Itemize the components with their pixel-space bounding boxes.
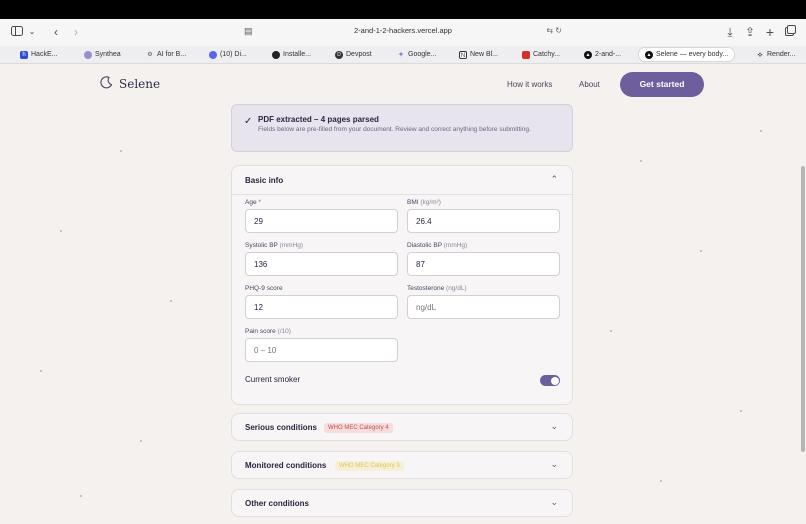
other-conditions-title: Other conditions (245, 499, 309, 508)
testosterone-label: Testosterone (ng/dL) (407, 285, 467, 292)
pain-input[interactable] (245, 338, 398, 362)
phq9-label: PHQ-9 score (245, 285, 283, 292)
brand-logo[interactable]: Selene (100, 76, 160, 92)
who-mec-3-badge: WHO MEC Category 3 (335, 461, 404, 471)
render-icon: ⟡ (757, 50, 763, 59)
pain-label: Pain score (/10) (245, 328, 291, 335)
speckle (610, 330, 612, 332)
get-started-button[interactable]: Get started (620, 72, 704, 97)
synthea-icon (84, 51, 92, 59)
hacker-icon: h (20, 51, 28, 59)
browser-toolbar: ⌄ ‹ › ▤ 2-and-1-2-hackers.vercel.app ⇆ ↻… (0, 19, 806, 46)
checkmark-icon: ✓ (244, 116, 253, 127)
bookmarks-bar: h HackE... Synthea ⚙ AI for B... (10) Di..… (0, 46, 806, 64)
bookmark-item[interactable]: Installe... (272, 49, 311, 61)
speckle (170, 300, 172, 302)
monitored-conditions-title: Monitored conditions (245, 461, 327, 470)
serious-conditions-section[interactable]: Serious conditions WHO MEC Category 4 ⌄ (231, 413, 573, 441)
tab-overview-icon[interactable] (783, 24, 797, 40)
bookmark-item[interactable]: h HackE... (20, 49, 57, 61)
discord-icon (209, 51, 217, 59)
speckle (140, 440, 142, 442)
other-conditions-section[interactable]: Other conditions ⌄ (231, 489, 573, 517)
site-header: Selene How it works About Get started (0, 64, 806, 104)
age-label: Age * (245, 199, 261, 206)
notice-body: Fields below are pre-filled from your do… (258, 126, 531, 133)
smoker-toggle[interactable] (540, 375, 560, 386)
moon-icon (100, 76, 113, 92)
basic-info-card: Basic info ⌃ Age * BMI (kg/m²) Systolic … (231, 165, 573, 405)
gear-icon: ⚙ (147, 52, 153, 58)
catchy-icon (522, 51, 530, 59)
speckle (740, 410, 742, 412)
chevron-down-icon[interactable]: ⌄ (550, 459, 558, 470)
url-text: 2-and-1-2-hackers.vercel.app (354, 26, 452, 35)
window-top-strip (0, 0, 806, 19)
chevron-down-icon[interactable]: ⌄ (550, 421, 558, 432)
notice-title: PDF extracted – 4 pages parsed (258, 115, 379, 124)
chevron-up-icon[interactable]: ⌃ (550, 174, 558, 185)
bookmark-item[interactable]: Synthea (84, 49, 121, 61)
scrollbar-thumb[interactable] (801, 166, 805, 452)
basic-info-title: Basic info (245, 176, 284, 185)
share-icon[interactable]: ⇪ (744, 24, 756, 40)
monitored-conditions-section[interactable]: Monitored conditions WHO MEC Category 3 … (231, 451, 573, 479)
forward-icon[interactable]: › (70, 24, 82, 40)
bookmark-item[interactable]: ⚙ AI for B... (146, 49, 186, 61)
devpost-icon: D (335, 51, 343, 59)
speckle (760, 130, 762, 132)
speckle (120, 150, 122, 152)
chevron-down-icon[interactable]: ⌄ (27, 24, 37, 40)
active-tab[interactable]: ▲ Selene — every body... (638, 47, 736, 62)
vercel-icon: ▲ (584, 51, 592, 59)
notion-icon: N (459, 51, 467, 59)
bookmark-item[interactable]: Catchy... (522, 49, 560, 61)
age-input[interactable] (245, 209, 398, 233)
who-mec-4-badge: WHO MEC Category 4 (324, 423, 393, 433)
chevron-down-icon[interactable]: ⌄ (550, 497, 558, 508)
bookmark-item[interactable]: D Devpost (335, 49, 372, 61)
bookmark-item[interactable]: ✦ Google... (397, 49, 437, 61)
systolic-input[interactable] (245, 252, 398, 276)
bookmark-item[interactable]: (10) Di... (209, 49, 247, 61)
back-icon[interactable]: ‹ (50, 24, 62, 40)
address-bar[interactable]: ▤ 2-and-1-2-hackers.vercel.app ⇆ ↻ (236, 23, 570, 42)
systolic-label: Systolic BP (mmHg) (245, 242, 304, 249)
speckle (660, 480, 662, 482)
nav-about[interactable]: About (579, 80, 600, 89)
bmi-label: BMI (kg/m²) (407, 199, 441, 206)
speckle (40, 370, 42, 372)
speckle (640, 160, 642, 162)
translate-reload-icon[interactable]: ⇆ ↻ (546, 26, 562, 35)
smoker-label: Current smoker (245, 375, 301, 384)
download-icon[interactable]: ⤓ (724, 24, 736, 40)
testosterone-input[interactable] (407, 295, 560, 319)
divider (232, 194, 572, 195)
bmi-input[interactable] (407, 209, 560, 233)
diastolic-input[interactable] (407, 252, 560, 276)
phq9-input[interactable] (245, 295, 398, 319)
toggle-knob (550, 376, 559, 385)
sidebar-toggle-icon[interactable] (10, 24, 24, 40)
github-icon (272, 51, 280, 59)
diastolic-label: Diastolic BP (mmHg) (407, 242, 468, 249)
bookmark-item[interactable]: ⟡ Render... (756, 49, 795, 61)
vercel-icon: ▲ (645, 50, 653, 59)
new-tab-icon[interactable]: + (764, 24, 776, 40)
bookmark-item[interactable]: ▲ 2-and-... (584, 49, 621, 61)
gemini-icon: ✦ (397, 50, 405, 59)
speckle (700, 250, 702, 252)
brand-name: Selene (119, 77, 161, 91)
pdf-extracted-notice: ✓ PDF extracted – 4 pages parsed Fields … (231, 104, 573, 152)
speckle (60, 230, 62, 232)
bookmark-item[interactable]: N New Bl... (459, 49, 498, 61)
nav-how-it-works[interactable]: How it works (507, 80, 552, 89)
serious-conditions-title: Serious conditions (245, 423, 318, 432)
speckle (80, 495, 82, 497)
